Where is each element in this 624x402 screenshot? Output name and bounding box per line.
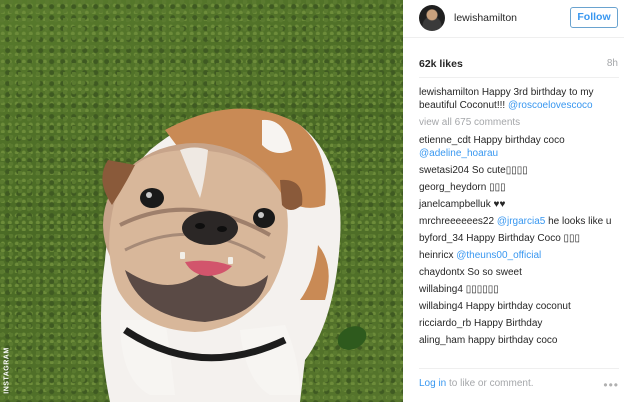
comment-row: swetasi204 So cute▯▯▯▯ xyxy=(419,164,619,177)
login-prompt: Log in to like or comment. xyxy=(419,378,534,389)
comment-text: Happy Birthday xyxy=(474,318,543,329)
comment-row: etienne_cdt Happy birthday coco @adeline… xyxy=(419,134,619,160)
comment-username[interactable]: georg_heydorn xyxy=(419,182,486,193)
comment-row: willabing4 Happy birthday coconut xyxy=(419,300,619,313)
comment-username[interactable]: swetasi204 xyxy=(419,165,469,176)
comment-rows: etienne_cdt Happy birthday coco @adeline… xyxy=(419,134,619,347)
comment-row: chaydontx So so sweet xyxy=(419,266,619,279)
comment-username[interactable]: etienne_cdt xyxy=(419,135,471,146)
comment-row: byford_34 Happy Birthday Coco ▯▯▯ xyxy=(419,232,619,245)
comment-username[interactable]: janelcampbelluk xyxy=(419,199,491,210)
comment-text: happy birthday coco xyxy=(467,335,558,346)
comment-username[interactable]: willabing4 xyxy=(419,301,463,312)
comment-row: aling_ham happy birthday coco xyxy=(419,334,619,347)
comment-text: he looks like u xyxy=(548,216,612,227)
caption-username[interactable]: lewishamilton xyxy=(419,87,479,98)
comment-text: ▯▯▯ xyxy=(489,182,506,193)
header-username[interactable]: lewishamilton xyxy=(454,12,517,24)
view-all-comments-link[interactable]: view all 675 comments xyxy=(419,116,619,129)
comment-row: willabing4 ▯▯▯▯▯▯ xyxy=(419,283,619,296)
comment-row: georg_heydorn ▯▯▯ xyxy=(419,181,619,194)
comment-text: Happy birthday coco xyxy=(473,135,565,146)
comment-text: So so sweet xyxy=(467,267,522,278)
caption: lewishamilton Happy 3rd birthday to my b… xyxy=(419,86,619,112)
divider xyxy=(419,77,619,78)
comment-text: ♥♥ xyxy=(493,199,506,210)
post-time[interactable]: 8h xyxy=(607,58,618,69)
login-text: to like or comment. xyxy=(446,378,534,389)
caption-mention[interactable]: @roscoelovescoco xyxy=(508,100,593,111)
photo-credit: INSTAGRAM xyxy=(2,0,14,402)
post-footer: Log in to like or comment. ••• xyxy=(419,368,619,402)
comment-text: ▯▯▯▯▯▯ xyxy=(465,284,499,295)
comment-mention[interactable]: @jrgarcia5 xyxy=(497,216,546,227)
post-photo[interactable]: INSTAGRAM xyxy=(0,0,403,402)
ellipsis-icon[interactable]: ••• xyxy=(603,378,619,392)
comment-text: Happy birthday coconut xyxy=(465,301,571,312)
comment-text: Happy Birthday Coco ▯▯▯ xyxy=(466,233,581,244)
avatar[interactable] xyxy=(419,5,445,31)
comment-row: heinricx @theuns00_official xyxy=(419,249,619,262)
follow-button[interactable]: Follow xyxy=(570,7,618,28)
comment-text: So cute▯▯▯▯ xyxy=(471,165,528,176)
bulldog-illustration xyxy=(101,108,367,402)
comment-username[interactable]: willabing4 xyxy=(419,284,463,295)
likes-count[interactable]: 62k likes xyxy=(419,58,463,70)
login-link[interactable]: Log in xyxy=(419,378,446,389)
comment-mention[interactable]: @theuns00_official xyxy=(456,250,541,261)
comment-row: mrchreeeeees22 @jrgarcia5 he looks like … xyxy=(419,215,619,228)
comments-list: lewishamilton Happy 3rd birthday to my b… xyxy=(419,86,619,351)
post-sidebar: lewishamilton Follow 62k likes 8h lewish… xyxy=(403,0,624,402)
comment-username[interactable]: chaydontx xyxy=(419,267,465,278)
comment-row: janelcampbelluk ♥♥ xyxy=(419,198,619,211)
comment-row: ricciardo_rb Happy Birthday xyxy=(419,317,619,330)
photo-credit-label: INSTAGRAM xyxy=(3,347,11,394)
instagram-post: INSTAGRAM lewishamilton Follow 62k likes… xyxy=(0,0,624,402)
comment-username[interactable]: ricciardo_rb xyxy=(419,318,471,329)
comment-mention[interactable]: @adeline_hoarau xyxy=(419,148,498,159)
comment-username[interactable]: heinricx xyxy=(419,250,453,261)
comment-username[interactable]: mrchreeeeees22 xyxy=(419,216,494,227)
post-header: lewishamilton Follow xyxy=(403,0,624,38)
comment-username[interactable]: byford_34 xyxy=(419,233,463,244)
comment-username[interactable]: aling_ham xyxy=(419,335,465,346)
